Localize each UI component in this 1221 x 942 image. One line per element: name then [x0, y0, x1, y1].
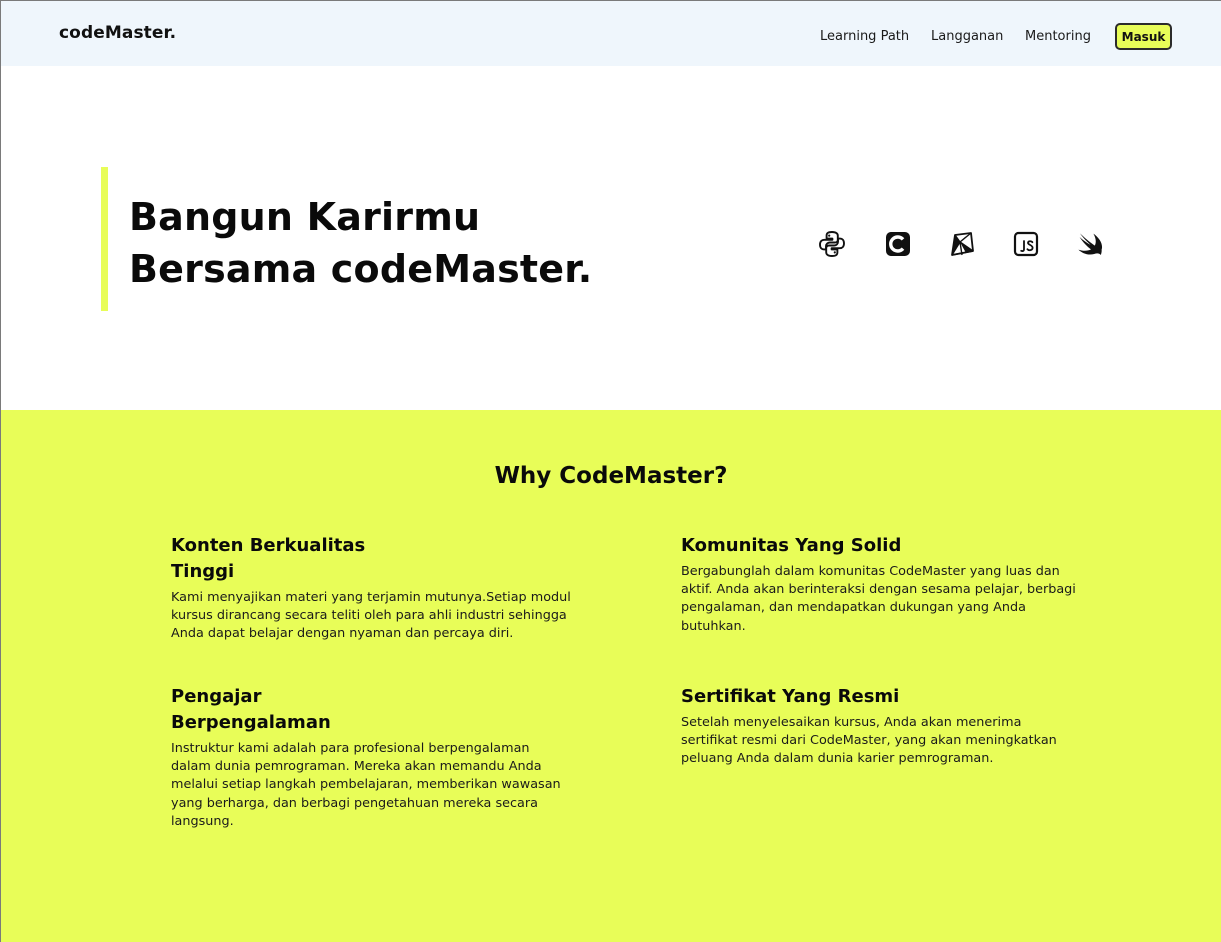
feature-description: Bergabunglah dalam komunitas CodeMaster … — [681, 564, 1076, 634]
swift-icon — [1074, 228, 1106, 260]
hero-title-line1: Bangun Karirmu — [129, 195, 481, 239]
python-icon — [816, 228, 848, 260]
javascript-icon — [1010, 228, 1042, 260]
why-title: Why CodeMaster? — [494, 463, 728, 489]
feature-title: Konten Berkualitas Tinggi — [171, 535, 366, 582]
ruby-icon — [946, 228, 978, 260]
feature-title: Pengajar Berpengalaman — [171, 686, 331, 733]
c-icon — [882, 228, 914, 260]
feature-description: Kami menyajikan materi yang terjamin mut… — [171, 590, 571, 642]
navbar: codeMaster. Learning Path Langganan Ment… — [1, 1, 1221, 66]
why-section: Why CodeMaster? Konten Berkualitas Tingg… — [1, 410, 1221, 942]
nav-link-learning-path[interactable]: Learning Path — [820, 29, 909, 44]
brand-logo[interactable]: codeMaster. — [59, 23, 176, 43]
feature-pengajar: Pengajar Berpengalaman Instruktur kami a… — [171, 684, 571, 831]
nav-link-mentoring[interactable]: Mentoring — [1025, 29, 1091, 44]
feature-konten-berkualitas: Konten Berkualitas Tinggi Kami menyajika… — [171, 533, 571, 644]
feature-description: Setelah menyelesaikan kursus, Anda akan … — [681, 715, 1057, 767]
feature-title: Komunitas Yang Solid — [681, 535, 902, 556]
feature-sertifikat: Sertifikat Yang Resmi Setelah menyelesai… — [681, 684, 1081, 769]
login-button[interactable]: Masuk — [1115, 23, 1172, 50]
page: codeMaster. Learning Path Langganan Ment… — [0, 0, 1221, 942]
feature-description: Instruktur kami adalah para profesional … — [171, 741, 561, 829]
hero-title: Bangun Karirmu Bersama codeMaster. — [129, 191, 592, 295]
feature-komunitas: Komunitas Yang Solid Bergabunglah dalam … — [681, 533, 1081, 636]
hero-accent-bar — [101, 167, 108, 311]
feature-title: Sertifikat Yang Resmi — [681, 686, 900, 707]
hero-title-line2: Bersama codeMaster. — [129, 247, 593, 291]
nav-link-langganan[interactable]: Langganan — [931, 29, 1003, 44]
